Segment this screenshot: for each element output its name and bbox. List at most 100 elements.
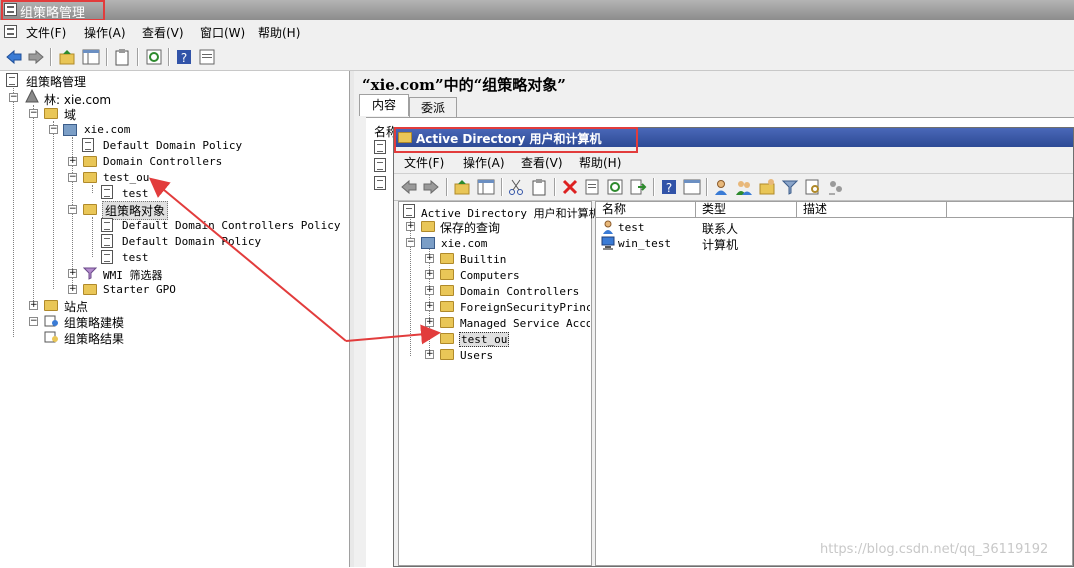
menu-action[interactable]: 操作(A): [84, 24, 126, 41]
refresh-icon[interactable]: [606, 178, 624, 196]
forest-icon: [25, 89, 39, 103]
find-icon[interactable]: [804, 178, 822, 196]
tab-delegation[interactable]: 委派: [409, 97, 457, 117]
aduc-test-ou-selected[interactable]: test_ou: [459, 332, 510, 347]
tree-test-ou[interactable]: test_ou: [103, 171, 149, 184]
tree-gp-results[interactable]: 组策略结果: [64, 330, 124, 347]
properties-icon[interactable]: [583, 178, 601, 196]
cut-icon[interactable]: [507, 178, 525, 196]
row-type: 联系人: [702, 222, 739, 236]
menu-file[interactable]: 文件(F): [26, 24, 66, 41]
menu-window[interactable]: 窗口(W): [200, 24, 245, 41]
export-list-icon[interactable]: [629, 178, 647, 196]
ou-folder-icon: [440, 333, 454, 344]
aduc-menu-file[interactable]: 文件(F): [404, 154, 444, 171]
tree-default-domain-policy[interactable]: Default Domain Policy: [103, 139, 242, 152]
add-to-group-icon[interactable]: [827, 178, 845, 196]
new-group-icon[interactable]: [735, 178, 753, 196]
tree-forest[interactable]: 林: xie.com: [44, 91, 111, 108]
collapse-test-ou[interactable]: −: [68, 173, 77, 182]
expand-container[interactable]: +: [425, 318, 434, 327]
up-folder-icon[interactable]: [453, 178, 471, 196]
tree-domain[interactable]: xie.com: [84, 123, 130, 136]
expand-container[interactable]: +: [425, 286, 434, 295]
computer-icon: [601, 236, 615, 250]
aduc-container[interactable]: ForeignSecurityPrincip: [460, 301, 590, 314]
clipboard-icon[interactable]: [530, 178, 548, 196]
forward-arrow-icon[interactable]: [27, 48, 45, 66]
collapse-domain[interactable]: −: [49, 125, 58, 134]
view-icon[interactable]: [683, 178, 701, 196]
ou-folder-icon: [83, 156, 97, 167]
expand-sites[interactable]: +: [29, 301, 38, 310]
collapse-domains[interactable]: −: [29, 109, 38, 118]
expand-container[interactable]: +: [425, 270, 434, 279]
collapse-domain[interactable]: −: [406, 238, 415, 247]
folder-icon: [440, 253, 454, 264]
expand-starter-gpo[interactable]: +: [68, 285, 77, 294]
menu-bar: 文件(F) 操作(A) 查看(V) 窗口(W) 帮助(H): [0, 20, 1074, 44]
gpm-root-icon: [6, 73, 18, 87]
watermark-text: https://blog.csdn.net/qq_36119192: [820, 542, 1049, 557]
expand-saved-queries[interactable]: +: [406, 222, 415, 231]
menu-help[interactable]: 帮助(H): [258, 24, 300, 41]
folder-icon: [440, 269, 454, 280]
aduc-container[interactable]: Computers: [460, 269, 520, 282]
aduc-container[interactable]: Managed Service Accour: [460, 317, 590, 330]
aduc-menu-action[interactable]: 操作(A): [463, 154, 505, 171]
tree-gpo-item[interactable]: Default Domain Controllers Policy: [122, 219, 341, 232]
column-header-filler: [947, 202, 1073, 218]
column-header-description[interactable]: 描述: [797, 202, 947, 218]
up-folder-icon[interactable]: [58, 48, 76, 66]
tree-sites[interactable]: 站点: [64, 298, 88, 315]
help-icon[interactable]: ?: [660, 178, 678, 196]
aduc-menu-view[interactable]: 查看(V): [521, 154, 563, 171]
new-ou-icon[interactable]: [758, 178, 776, 196]
tree-gpo-item[interactable]: Default Domain Policy: [122, 235, 261, 248]
tree-gpo-item[interactable]: test: [122, 251, 149, 264]
aduc-container[interactable]: Builtin: [460, 253, 506, 266]
delete-icon[interactable]: [561, 178, 579, 196]
expand-container[interactable]: +: [425, 302, 434, 311]
tree-starter-gpo[interactable]: Starter GPO: [103, 283, 176, 296]
aduc-container[interactable]: Users: [460, 349, 493, 362]
tab-contents[interactable]: 内容: [359, 94, 409, 116]
properties-icon[interactable]: [198, 48, 216, 66]
show-hide-tree-icon[interactable]: [82, 48, 100, 66]
clipboard-icon[interactable]: [113, 48, 131, 66]
expand-container[interactable]: +: [425, 254, 434, 263]
filter-icon[interactable]: [781, 178, 799, 196]
tree-wmi-filters[interactable]: WMI 筛选器: [103, 267, 163, 283]
refresh-icon[interactable]: [145, 48, 163, 66]
gpo-icon: [101, 250, 113, 264]
aduc-container[interactable]: Domain Controllers: [460, 285, 579, 298]
tree-root-gpm[interactable]: 组策略管理: [26, 73, 86, 90]
column-header-name[interactable]: 名称: [596, 202, 696, 218]
expand-container[interactable]: +: [425, 350, 434, 359]
column-header-type[interactable]: 类型: [696, 202, 797, 218]
aduc-menu-help[interactable]: 帮助(H): [579, 154, 621, 171]
menu-view[interactable]: 查看(V): [142, 24, 184, 41]
expand-domain-controllers[interactable]: +: [68, 157, 77, 166]
new-user-icon[interactable]: [712, 178, 730, 196]
gpo-icon: [374, 176, 386, 190]
table-row[interactable]: test 联系人: [596, 220, 1066, 236]
gpo-link-icon: [82, 138, 94, 152]
help-icon[interactable]: ?: [175, 48, 193, 66]
tree-test-ou-gpo-link[interactable]: test: [122, 187, 149, 200]
tree-domains[interactable]: 域: [64, 106, 76, 123]
tree-gp-modeling[interactable]: 组策略建模: [64, 314, 124, 331]
show-hide-tree-icon[interactable]: [477, 178, 495, 196]
back-arrow-icon[interactable]: [5, 48, 23, 66]
back-arrow-icon[interactable]: [400, 178, 418, 196]
tree-domain-controllers[interactable]: Domain Controllers: [103, 155, 222, 168]
forward-arrow-icon[interactable]: [422, 178, 440, 196]
collapse-modeling[interactable]: −: [29, 317, 38, 326]
expand-wmi[interactable]: +: [68, 269, 77, 278]
collapse-gpo-folder[interactable]: −: [68, 205, 77, 214]
aduc-title-highlight-box: [394, 127, 638, 153]
table-row[interactable]: win_test 计算机: [596, 236, 1066, 252]
aduc-saved-queries[interactable]: 保存的查询: [440, 219, 500, 236]
aduc-domain[interactable]: xie.com: [441, 237, 487, 250]
collapse-forest[interactable]: −: [9, 93, 18, 102]
